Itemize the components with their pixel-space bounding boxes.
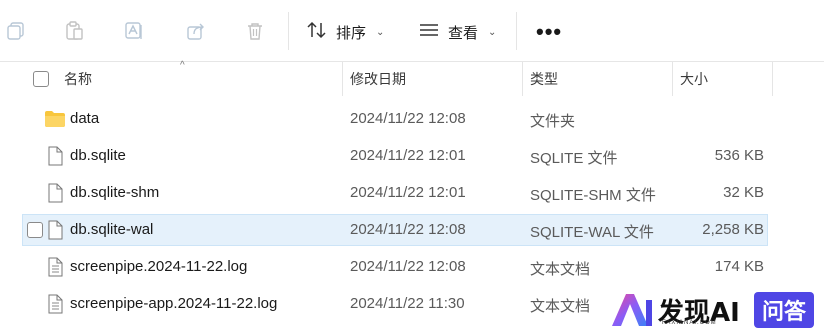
copy-icon[interactable] xyxy=(4,19,28,43)
file-modified: 2024/11/22 12:01 xyxy=(350,147,466,164)
file-size: 2,258 KB xyxy=(702,221,764,238)
file-row[interactable]: db.sqlite 2024/11/22 12:01 SQLITE 文件 536… xyxy=(22,140,768,172)
column-divider[interactable] xyxy=(522,62,523,96)
column-header-type[interactable]: 类型 xyxy=(530,69,558,89)
view-label: 查看 xyxy=(448,24,479,42)
sort-button[interactable]: 排序 ⌄ xyxy=(306,18,384,46)
more-options-button[interactable]: ••• xyxy=(536,21,562,43)
file-modified: 2024/11/22 12:08 xyxy=(350,110,466,127)
toolbar-divider xyxy=(516,12,517,50)
file-type: SQLITE 文件 xyxy=(530,150,618,167)
column-divider[interactable] xyxy=(772,62,773,96)
chevron-down-icon: ⌄ xyxy=(488,26,497,38)
share-icon[interactable] xyxy=(184,19,208,43)
file-modified: 2024/11/22 12:01 xyxy=(350,184,466,201)
folder-icon xyxy=(44,108,66,130)
file-name: db.sqlite-wal xyxy=(70,221,154,238)
file-row[interactable]: data 2024/11/22 12:08 文件夹 xyxy=(22,103,768,135)
file-size: 174 KB xyxy=(714,258,764,275)
file-size: 32 KB xyxy=(723,184,764,201)
delete-icon[interactable] xyxy=(243,19,267,43)
column-divider[interactable] xyxy=(342,62,343,96)
file-modified: 2024/11/22 12:08 xyxy=(350,221,466,238)
column-header-name[interactable]: 名称 xyxy=(64,69,92,89)
file-type: 文件夹 xyxy=(530,113,576,130)
paste-icon[interactable] xyxy=(62,19,86,43)
file-type: 文本文档 xyxy=(530,298,591,315)
file-icon xyxy=(44,182,66,204)
command-bar: 排序 ⌄ 查看 ⌄ ••• xyxy=(0,0,824,62)
sort-icon xyxy=(306,20,328,44)
view-lines-icon xyxy=(418,21,440,43)
row-checkbox[interactable] xyxy=(27,222,43,238)
file-type: 文本文档 xyxy=(530,261,591,278)
file-type: SQLITE-SHM 文件 xyxy=(530,187,656,204)
file-name: db.sqlite-shm xyxy=(70,184,160,201)
file-modified: 2024/11/22 11:30 xyxy=(350,295,465,312)
column-header-modified[interactable]: 修改日期 xyxy=(350,69,406,89)
watermark-url: FAXIANAI.COM xyxy=(662,320,717,326)
rename-icon[interactable] xyxy=(122,19,146,43)
watermark-logo-icon xyxy=(608,292,654,333)
column-header-row: ^ 名称 修改日期 类型 大小 xyxy=(0,60,824,96)
file-row[interactable]: db.sqlite-shm 2024/11/22 12:01 SQLITE-SH… xyxy=(22,177,768,209)
file-name: db.sqlite xyxy=(70,147,126,164)
chevron-down-icon: ⌄ xyxy=(376,26,385,38)
sort-label: 排序 xyxy=(336,24,367,42)
watermark: 发现AI FAXIANAI.COM 问答 xyxy=(606,290,820,332)
text-file-icon xyxy=(44,293,66,315)
column-header-size[interactable]: 大小 xyxy=(680,69,708,89)
file-icon xyxy=(44,145,66,167)
file-row-hovered[interactable]: db.sqlite-wal 2024/11/22 12:08 SQLITE-WA… xyxy=(22,214,768,246)
select-all-checkbox[interactable] xyxy=(33,71,49,87)
view-button[interactable]: 查看 ⌄ xyxy=(418,18,496,46)
file-row[interactable]: screenpipe.2024-11-22.log 2024/11/22 12:… xyxy=(22,251,768,283)
watermark-badge: 问答 xyxy=(754,292,814,328)
toolbar-divider xyxy=(288,12,289,50)
file-icon xyxy=(44,219,66,241)
text-file-icon xyxy=(44,256,66,278)
sort-ascending-icon: ^ xyxy=(180,60,185,71)
file-modified: 2024/11/22 12:08 xyxy=(350,258,466,275)
file-name: screenpipe-app.2024-11-22.log xyxy=(70,295,278,312)
file-name: data xyxy=(70,110,100,127)
column-divider[interactable] xyxy=(672,62,673,96)
file-size: 536 KB xyxy=(714,147,764,164)
file-name: screenpipe.2024-11-22.log xyxy=(70,258,248,275)
file-type: SQLITE-WAL 文件 xyxy=(530,224,654,241)
